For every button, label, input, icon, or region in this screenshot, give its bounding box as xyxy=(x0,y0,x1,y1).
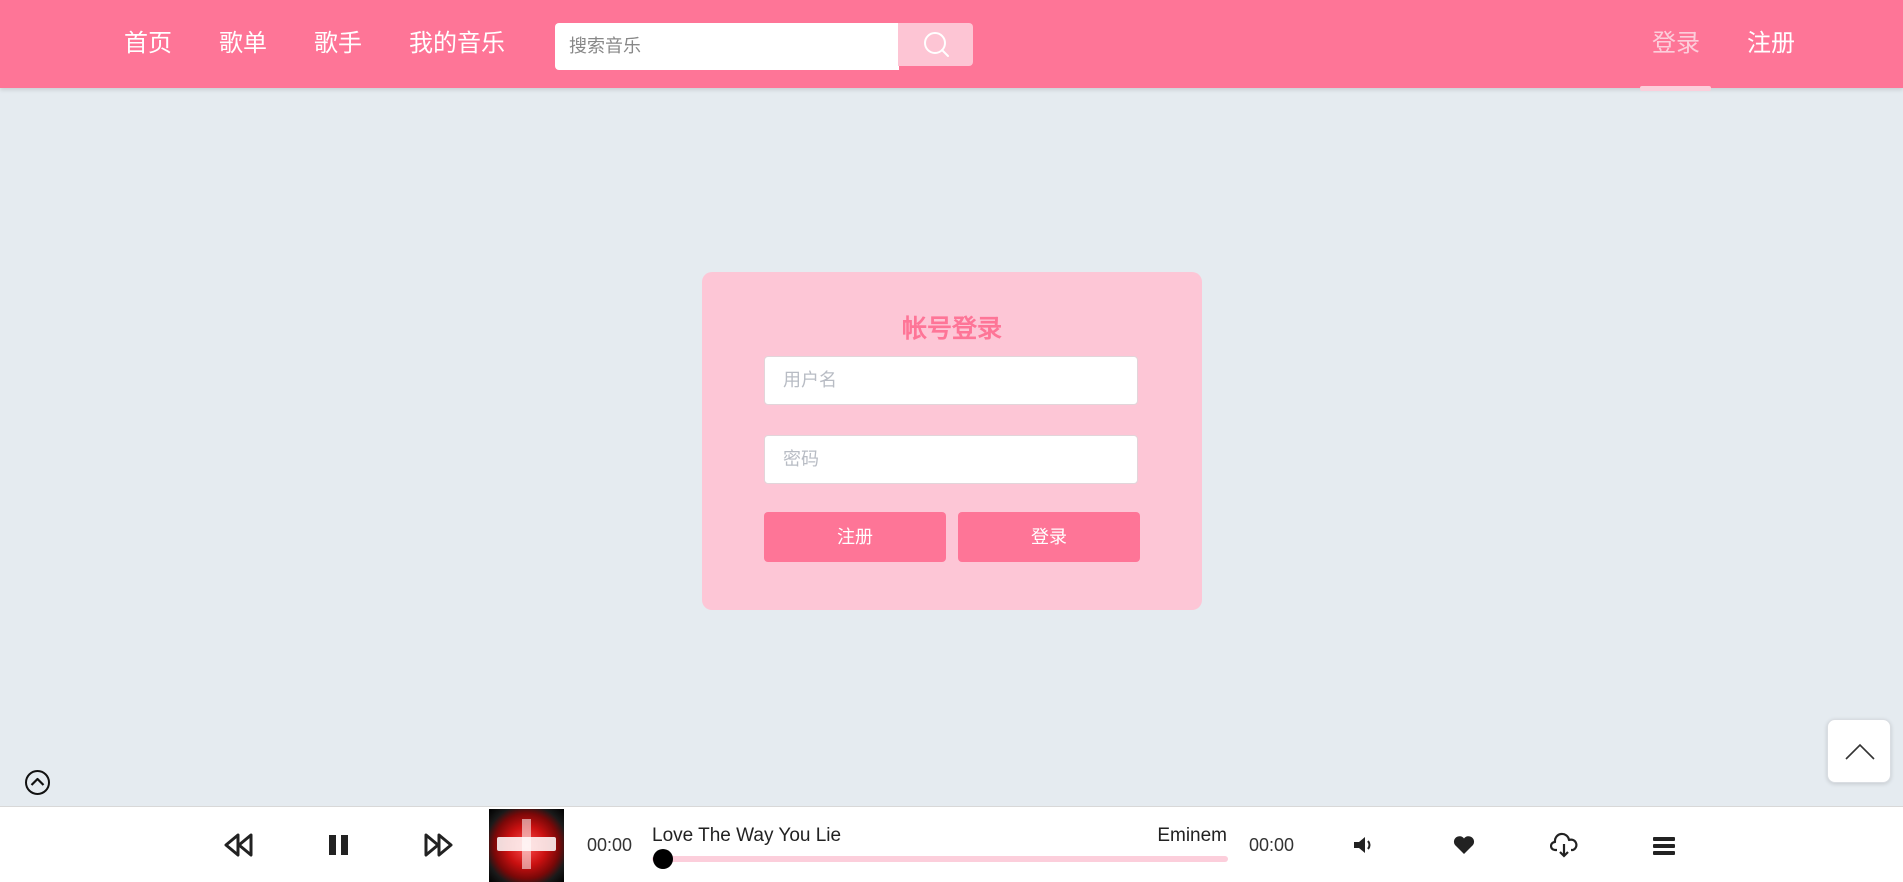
login-button[interactable]: 登录 xyxy=(958,512,1140,562)
active-tab-indicator xyxy=(1640,86,1711,91)
top-nav-bar: 首页 歌单 歌手 我的音乐 登录 注册 xyxy=(0,0,1903,88)
register-link[interactable]: 注册 xyxy=(1747,28,1795,60)
heart-icon[interactable] xyxy=(1453,835,1475,855)
progress-thumb[interactable] xyxy=(653,849,673,869)
volume-icon[interactable] xyxy=(1353,835,1375,855)
cloud-download-icon[interactable] xyxy=(1550,832,1578,858)
search-input[interactable] xyxy=(555,23,899,70)
login-link[interactable]: 登录 xyxy=(1652,28,1700,60)
search-icon xyxy=(924,32,949,57)
back-to-top-button[interactable] xyxy=(1827,719,1891,783)
password-field[interactable] xyxy=(764,435,1138,484)
playlist-menu-icon[interactable] xyxy=(1652,835,1676,857)
nav-playlists[interactable]: 歌单 xyxy=(219,28,267,60)
login-card: 帐号登录 注册 登录 xyxy=(702,272,1202,610)
login-card-title: 帐号登录 xyxy=(901,315,1002,343)
pause-icon[interactable] xyxy=(328,833,350,857)
music-player-bar: 00:00 Love The Way You Lie Eminem 00:00 xyxy=(0,806,1903,882)
rewind-icon[interactable] xyxy=(224,833,254,857)
progress-bar[interactable] xyxy=(652,849,1228,869)
username-field[interactable] xyxy=(764,356,1138,405)
collapse-player-icon[interactable] xyxy=(24,769,51,796)
search-button[interactable] xyxy=(898,23,973,66)
chevron-up-icon xyxy=(1845,743,1875,760)
song-title: Love The Way You Lie xyxy=(652,825,842,846)
album-cover[interactable] xyxy=(489,809,564,882)
artist-name: Eminem xyxy=(1157,825,1227,846)
nav-my-music[interactable]: 我的音乐 xyxy=(409,28,505,60)
nav-home[interactable]: 首页 xyxy=(124,28,172,60)
fast-forward-icon[interactable] xyxy=(423,833,453,857)
nav-singers[interactable]: 歌手 xyxy=(314,28,362,60)
register-button[interactable]: 注册 xyxy=(764,512,946,562)
duration: 00:00 xyxy=(1249,835,1295,855)
current-time: 00:00 xyxy=(587,835,633,855)
